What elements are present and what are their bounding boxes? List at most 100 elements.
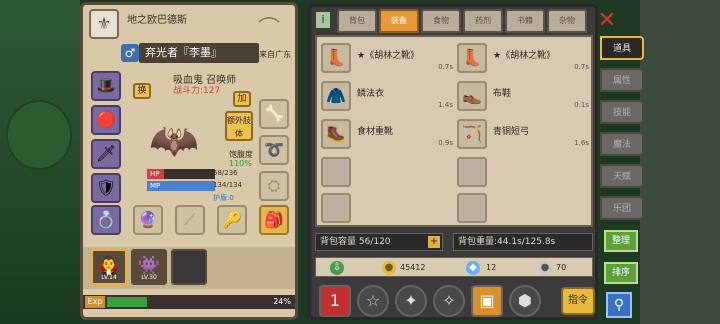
star-badge-icon[interactable]: ☆ [357, 285, 389, 317]
tab-potions[interactable]: 药剂 [463, 9, 503, 33]
gem-icon: ◆ [466, 261, 480, 275]
bow-icon: 🏹 [457, 119, 487, 149]
extra-limb-button[interactable]: 额外肢体 [225, 111, 253, 141]
weapon-slot[interactable]: 🗡 [91, 139, 121, 169]
side-tab-attributes[interactable]: 属性 [600, 68, 644, 92]
party-member-empty[interactable] [171, 249, 207, 285]
staff-slot[interactable]: 🔮 [133, 205, 163, 235]
ring-slot[interactable]: 💍 [91, 205, 121, 235]
item-grid: 👢 ★《胡林之靴》 0.7s 👢 ★《胡林之靴》 0.7s 🧥 鳞法衣 1.4s… [315, 35, 593, 227]
wardrobe-hanger-icon[interactable]: ⌒ [251, 11, 287, 42]
tab-equipment[interactable]: 装备 [379, 9, 419, 33]
sword-icon: 🗡 [95, 144, 117, 163]
add-button[interactable]: 加 [233, 91, 251, 107]
staff-icon: 🔮 [138, 210, 158, 229]
rank-emblem-icon: ⚜ [89, 9, 119, 39]
item-name: 青铜短弓 [493, 127, 530, 137]
list-item[interactable]: 👞 布鞋 0.1s [457, 81, 589, 111]
amulet-icon: 🔴 [96, 110, 116, 129]
map-icon[interactable]: ▣ [471, 285, 503, 317]
satiety-value: 110% [229, 159, 252, 168]
compass-badge-icon[interactable]: ✧ [433, 285, 465, 317]
bag-icon: 🎒 [264, 210, 284, 229]
list-item[interactable]: 👢 ★《胡林之靴》 0.7s [321, 43, 453, 73]
expand-capacity-button[interactable]: + [428, 236, 440, 248]
tree-decoration [6, 100, 72, 170]
info-icon[interactable]: i [315, 11, 331, 29]
item-time: 0.7s [438, 63, 453, 71]
item-time: 0.9s [438, 139, 453, 147]
item-time: 0.7s [574, 63, 589, 71]
belt-slot[interactable]: ➰ [259, 135, 289, 165]
item-name: 鳞法衣 [357, 89, 385, 99]
party-member-2[interactable]: 👾 LV.30 [131, 249, 167, 285]
gem-amount: 12 [486, 263, 497, 272]
tab-misc[interactable]: 杂物 [547, 9, 587, 33]
party-member-level: LV.30 [141, 274, 157, 281]
belt-icon: ➰ [264, 140, 284, 159]
empty-item-slot[interactable] [321, 157, 453, 187]
pet-slot[interactable]: 🦴 [259, 99, 289, 129]
side-tab-band[interactable]: 乐团 [600, 196, 644, 220]
offhand-slot[interactable]: ⟋ [175, 205, 205, 235]
sort-button[interactable]: 排序 [604, 262, 638, 284]
list-item[interactable]: 🥾 食材重靴 0.9s [321, 119, 453, 149]
item-name: 布鞋 [493, 89, 512, 99]
side-tab-talent[interactable]: 天赋 [600, 164, 644, 188]
command-button[interactable]: 指令 [561, 287, 595, 315]
party-member-1[interactable]: 🧛 LV.14 [91, 249, 127, 285]
character-panel: ⚜ 地之欧巴德斯 ⌒ ♂ 弃光者『李墨』 来自广东 吸血鬼 召唤师 战斗力:12… [80, 2, 298, 320]
mp-value: 134/134 [213, 181, 243, 189]
empty-item-slot[interactable] [457, 193, 589, 223]
boots-icon: ⛭ [267, 176, 281, 195]
empty-slot-icon [321, 157, 351, 187]
tab-food[interactable]: 食物 [421, 9, 461, 33]
boots-slot[interactable]: ⛭ [259, 171, 289, 201]
amulet-slot[interactable]: 🔴 [91, 105, 121, 135]
character-title: 地之欧巴德斯 [127, 15, 187, 26]
quest-book-icon[interactable]: 1 [319, 285, 351, 317]
exp-bar: Exp 24% [83, 295, 295, 309]
import-icon[interactable]: ⇩ [330, 261, 344, 275]
character-header: ⚜ 地之欧巴德斯 ⌒ ♂ 弃光者『李墨』 来自广东 [83, 5, 295, 65]
accessory-slot[interactable]: 🔑 [217, 205, 247, 235]
shield-badge-icon[interactable]: ⬢ [509, 285, 541, 317]
emblem-badge-icon[interactable]: ✦ [395, 285, 427, 317]
list-item[interactable]: 🧥 鳞法衣 1.4s [321, 81, 453, 111]
silver-amount: 70 [556, 263, 567, 272]
bag-slot[interactable]: 🎒 [259, 205, 289, 235]
empty-item-slot[interactable] [321, 193, 453, 223]
gender-icon: ♂ [121, 44, 139, 62]
list-item[interactable]: 🏹 青铜短弓 1.6s [457, 119, 589, 149]
list-item[interactable]: 👢 ★《胡林之靴》 0.7s [457, 43, 589, 73]
empty-item-slot[interactable] [457, 157, 589, 187]
empty-slot-icon [321, 193, 351, 223]
armor-slot[interactable]: 🛡 [91, 173, 121, 203]
side-tab-magic[interactable]: 魔法 [600, 132, 644, 156]
item-time: 1.6s [574, 139, 589, 147]
boot-icon: 👢 [457, 43, 487, 73]
exp-label: Exp [85, 296, 105, 308]
character-portrait: 🦇 [149, 118, 199, 164]
tab-books[interactable]: 书籍 [505, 9, 545, 33]
party-bar: 🧛 LV.14 👾 LV.30 [83, 247, 295, 289]
empty-slot-icon [457, 193, 487, 223]
character-name[interactable]: 弃光者『李墨』 [139, 43, 259, 63]
currency-bar: ⇩ ● 45412 ◆ 12 ● 70 [315, 257, 593, 277]
search-icon[interactable]: ⚲ [606, 292, 632, 318]
side-tab-skills[interactable]: 技能 [600, 100, 644, 124]
boot-icon: 👢 [321, 43, 351, 73]
tab-backpack[interactable]: 背包 [337, 9, 377, 33]
close-icon[interactable]: ✕ [594, 8, 620, 34]
shield-value: 护盾:0 [213, 194, 234, 202]
exchange-button[interactable]: 换 [133, 83, 151, 99]
party-member-icon: 👾 [137, 255, 161, 276]
hp-value: 58/236 [213, 169, 238, 177]
exp-bar-fill [107, 297, 147, 307]
exp-value: 24% [273, 297, 291, 306]
left-background [0, 0, 80, 324]
hat-slot[interactable]: 🎩 [91, 71, 121, 101]
gold-coin-icon: ● [382, 261, 396, 275]
organize-button[interactable]: 整理 [604, 230, 638, 252]
side-tab-items[interactable]: 道具 [600, 36, 644, 60]
